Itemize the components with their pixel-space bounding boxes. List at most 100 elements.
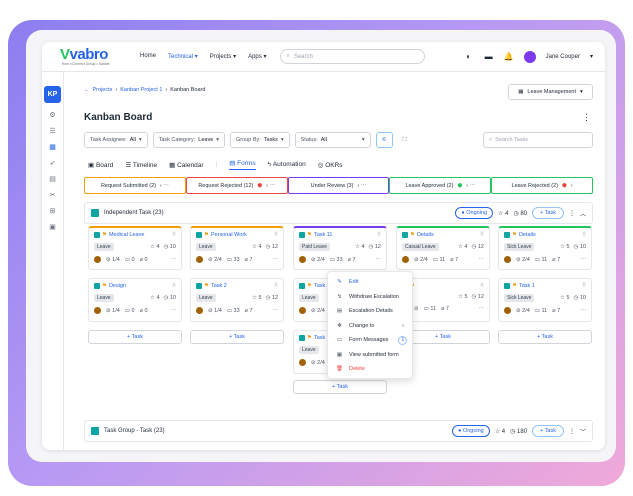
menu-change-to[interactable]: ✥ Change to › [328,319,412,334]
backlog-icon[interactable]: ☰ [49,127,55,135]
group-independent-task[interactable]: Independent Task (23) ● Ongoing ☆ 4 ◷ 80… [84,202,593,224]
more-icon[interactable]: ⋮ [569,428,575,435]
add-task-button[interactable]: + Task [190,330,284,344]
status-leave-rejected[interactable]: Leave Rejected (2) ⬢ ‹ [491,177,593,194]
nav-apps[interactable]: Apps ▾ [248,53,266,60]
status-badge[interactable]: ● Ongoing [455,207,494,219]
drag-handle-icon[interactable]: ⠿ [274,232,278,238]
menu-form-messages[interactable]: ▭ Form Messages 1 [328,333,412,348]
tab-forms[interactable]: ▤ Forms [229,159,256,170]
expand-group-icon[interactable]: ﹀ [580,427,586,436]
inbox-icon[interactable]: ▬ [484,52,494,62]
vabro-logo[interactable]: Vvabro from vConnect Group • Sanket [60,46,120,68]
avatar[interactable] [504,307,511,314]
add-task-button[interactable]: + Task [532,207,564,219]
chevron-down-icon[interactable]: ▾ [590,53,593,60]
user-name[interactable]: Jane Cooper [546,54,580,60]
task-card[interactable]: ⚑ Details ⠿ Casual Leave ☆ 4 ◷ 12 ⊘ 2/4 ▭ 11 ⌀ 7… [396,226,490,270]
menu-view-submitted-form[interactable]: ▦ View submitted form [328,348,412,363]
task-title[interactable]: Details [417,232,434,238]
more-icon[interactable]: ⋯ [581,257,587,263]
board-icon[interactable]: ▦ [49,143,56,151]
task-card[interactable]: ⚑ Task 11 ⠿ Paid Leave ☆ 4 ◷ 12 ⊘ 2/4 ▭ 33 ⌀ 7 ⋯ [293,226,387,270]
tab-automation[interactable]: ϟ Automation [268,161,306,168]
filter-assignee[interactable]: Task Assignee: All ▾ [84,132,148,148]
drag-handle-icon[interactable]: ⠿ [480,232,484,238]
project-badge[interactable]: KP [44,86,61,103]
avatar[interactable] [523,50,536,63]
avatar[interactable] [94,307,101,314]
add-task-button[interactable]: + Task [88,330,182,344]
task-card[interactable]: ⚑ Details ⠿ Sick Leave ☆ 5 ◷ 10 ⊘ 2/4 ▭ 11 ⌀ 7 ⋯ [498,226,592,270]
task-card[interactable]: ⚑ Task 2 ⠿ Leave ☆ 5 ◷ 12 ⊘ 1/4 ▭ 33 ⌀ 7 ⋯ [190,278,284,322]
more-icon[interactable]: ⋯ [479,257,485,263]
drag-handle-icon[interactable]: ⠿ [480,283,484,289]
tab-calendar[interactable]: ▦ Calendar [169,161,203,169]
status-request-submitted[interactable]: Request Submitted (2) ‹ ⋯ [84,177,186,194]
add-icon[interactable]: ⊞ [50,207,56,215]
menu-delete[interactable]: 🗑 Delete [328,362,412,377]
avatar[interactable] [299,307,306,314]
avatar[interactable] [196,307,203,314]
group-task-group[interactable]: Task Group - Task (23) ● Ongoing ☆ 4 ◷ 1… [84,420,593,442]
drag-handle-icon[interactable]: ⠿ [582,283,586,289]
more-icon[interactable]: ⋯ [273,308,279,314]
tab-board[interactable]: ▣ Board [88,161,113,169]
drag-handle-icon[interactable]: ⠿ [377,232,381,238]
breadcrumb-project[interactable]: Kanban Project 1 [120,87,162,93]
calendar-icon[interactable]: ▣ [49,223,56,231]
more-icon[interactable]: ⋯ [171,308,177,314]
more-icon[interactable]: ⋮ [569,210,575,217]
task-title[interactable]: Task 1 [519,283,535,289]
tab-okrs[interactable]: ◎ OKRs [318,161,343,169]
avatar[interactable] [196,256,203,263]
avatar[interactable] [94,256,101,263]
back-arrow-icon[interactable]: ← [84,87,90,93]
task-card[interactable]: ⚑ Design ⠿ Leave ☆ 4 ◷ 10 ⊘ 1/4 ▭ 0 ⌀ 0 ⋯ [88,278,182,322]
status-badge[interactable]: ● Ongoing [452,425,490,437]
menu-escalation-details[interactable]: ▤ Escalation Details [328,304,412,319]
drag-handle-icon[interactable]: ⠿ [172,232,176,238]
bell-icon[interactable]: 🔔 [504,52,514,62]
filter-status[interactable]: Status: All ▾ [294,132,371,148]
tools-icon[interactable]: ✂ [50,191,56,199]
filter-settings-button[interactable]: ⚟ [375,132,393,148]
avatar[interactable] [299,359,306,366]
task-title[interactable]: Personal Work [211,232,247,238]
leave-management-select[interactable]: ▦ Leave Management ▾ [508,84,593,100]
search-tasks-input[interactable]: ⌕ Search Tasks [483,132,593,148]
rocket-icon[interactable]: ➶ [50,159,56,167]
add-task-button[interactable]: + Task [532,425,564,437]
drag-handle-icon[interactable]: ⠿ [274,283,278,289]
more-icon[interactable]: ⋯ [581,308,587,314]
menu-edit[interactable]: ✎ Edit [328,275,412,290]
collapse-icon[interactable]: ︿ [580,209,586,218]
more-icon[interactable]: ⋯ [273,257,279,263]
task-card[interactable]: ⚑ Personal Work ⠿ Leave ☆ 4 ◷ 12 ⊘ 2/4 ▭ 33 ⌀ 7 ⋯ [190,226,284,270]
theme-toggle-icon[interactable]: ◐ [464,52,474,62]
task-title[interactable]: Details [519,232,536,238]
status-request-rejected[interactable]: Request Rejected (12) ⬢ ‹ ⋯ [185,177,288,194]
filter-category[interactable]: Task Category: Leave ▾ [152,132,226,148]
breadcrumb-projects[interactable]: Projects [93,87,113,93]
more-options-icon[interactable]: ⋮ [582,112,591,123]
menu-withdraw-escalation[interactable]: ↯ Withdraw Escalation [328,290,412,305]
task-title[interactable]: Task 11 [314,232,333,238]
avatar[interactable] [402,256,409,263]
avatar[interactable] [299,256,306,263]
filter-groupby[interactable]: Group By: Tasks ▾ [230,132,290,148]
status-under-review[interactable]: Under Review (3) ‹ ⋯ [287,177,390,194]
task-title[interactable]: Medical Leave [109,232,144,238]
expand-icon[interactable]: ⛶ [398,132,412,148]
avatar[interactable] [504,256,511,263]
drag-handle-icon[interactable]: ⠿ [582,232,586,238]
add-task-button[interactable]: + Task [293,380,387,394]
nav-technical[interactable]: Technical ▾ [168,53,198,60]
more-icon[interactable]: ⋯ [479,306,485,312]
more-icon[interactable]: ⋯ [171,257,177,263]
nav-projects[interactable]: Projects ▾ [210,53,236,60]
status-leave-approved[interactable]: Leave Approved (2) ⬢ ‹ ⋯ [389,177,492,194]
more-icon[interactable]: ⋯ [376,257,382,263]
task-card[interactable]: ⚑ Medical Leave ⠿ Leave ☆ 4 ◷ 10 ⊘ 1/4 ▭ 0 ⌀ 0 ⋯ [88,226,182,270]
nav-home[interactable]: Home [140,53,156,60]
